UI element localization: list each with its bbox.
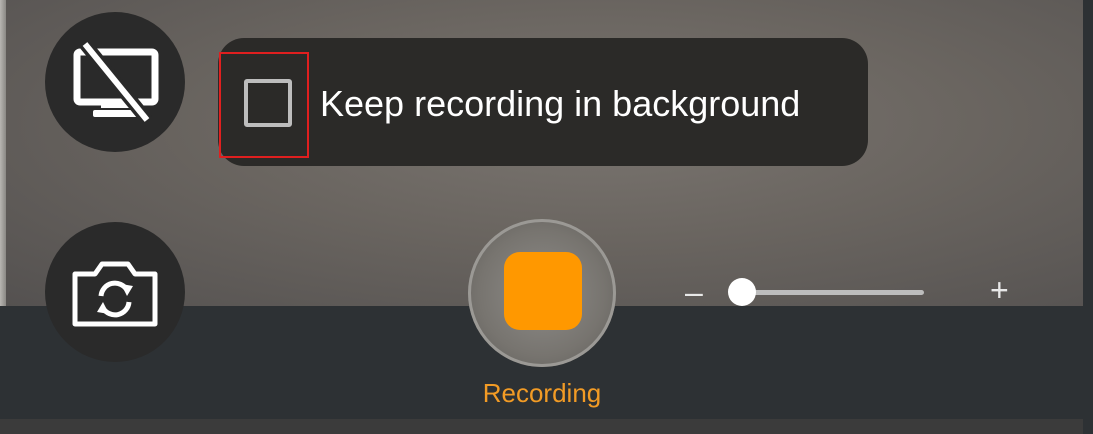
record-status-label: Recording xyxy=(482,378,602,408)
keep-recording-checkbox[interactable] xyxy=(244,79,292,127)
switch-camera-button[interactable] xyxy=(45,222,185,362)
zoom-slider-track[interactable] xyxy=(742,290,924,295)
screen-off-icon xyxy=(73,40,159,124)
screen-off-button[interactable] xyxy=(45,12,185,152)
camera-switch-icon xyxy=(72,261,158,327)
zoom-slider-thumb[interactable] xyxy=(728,278,756,306)
bottom-strip xyxy=(0,419,1083,434)
keep-recording-label: Keep recording in background xyxy=(320,83,801,124)
zoom-in-button[interactable]: + xyxy=(990,270,1009,310)
right-strip xyxy=(1083,0,1093,434)
camera-preview-edge xyxy=(0,0,6,306)
stop-square-icon[interactable] xyxy=(504,252,582,330)
zoom-out-button[interactable]: – xyxy=(685,272,703,312)
